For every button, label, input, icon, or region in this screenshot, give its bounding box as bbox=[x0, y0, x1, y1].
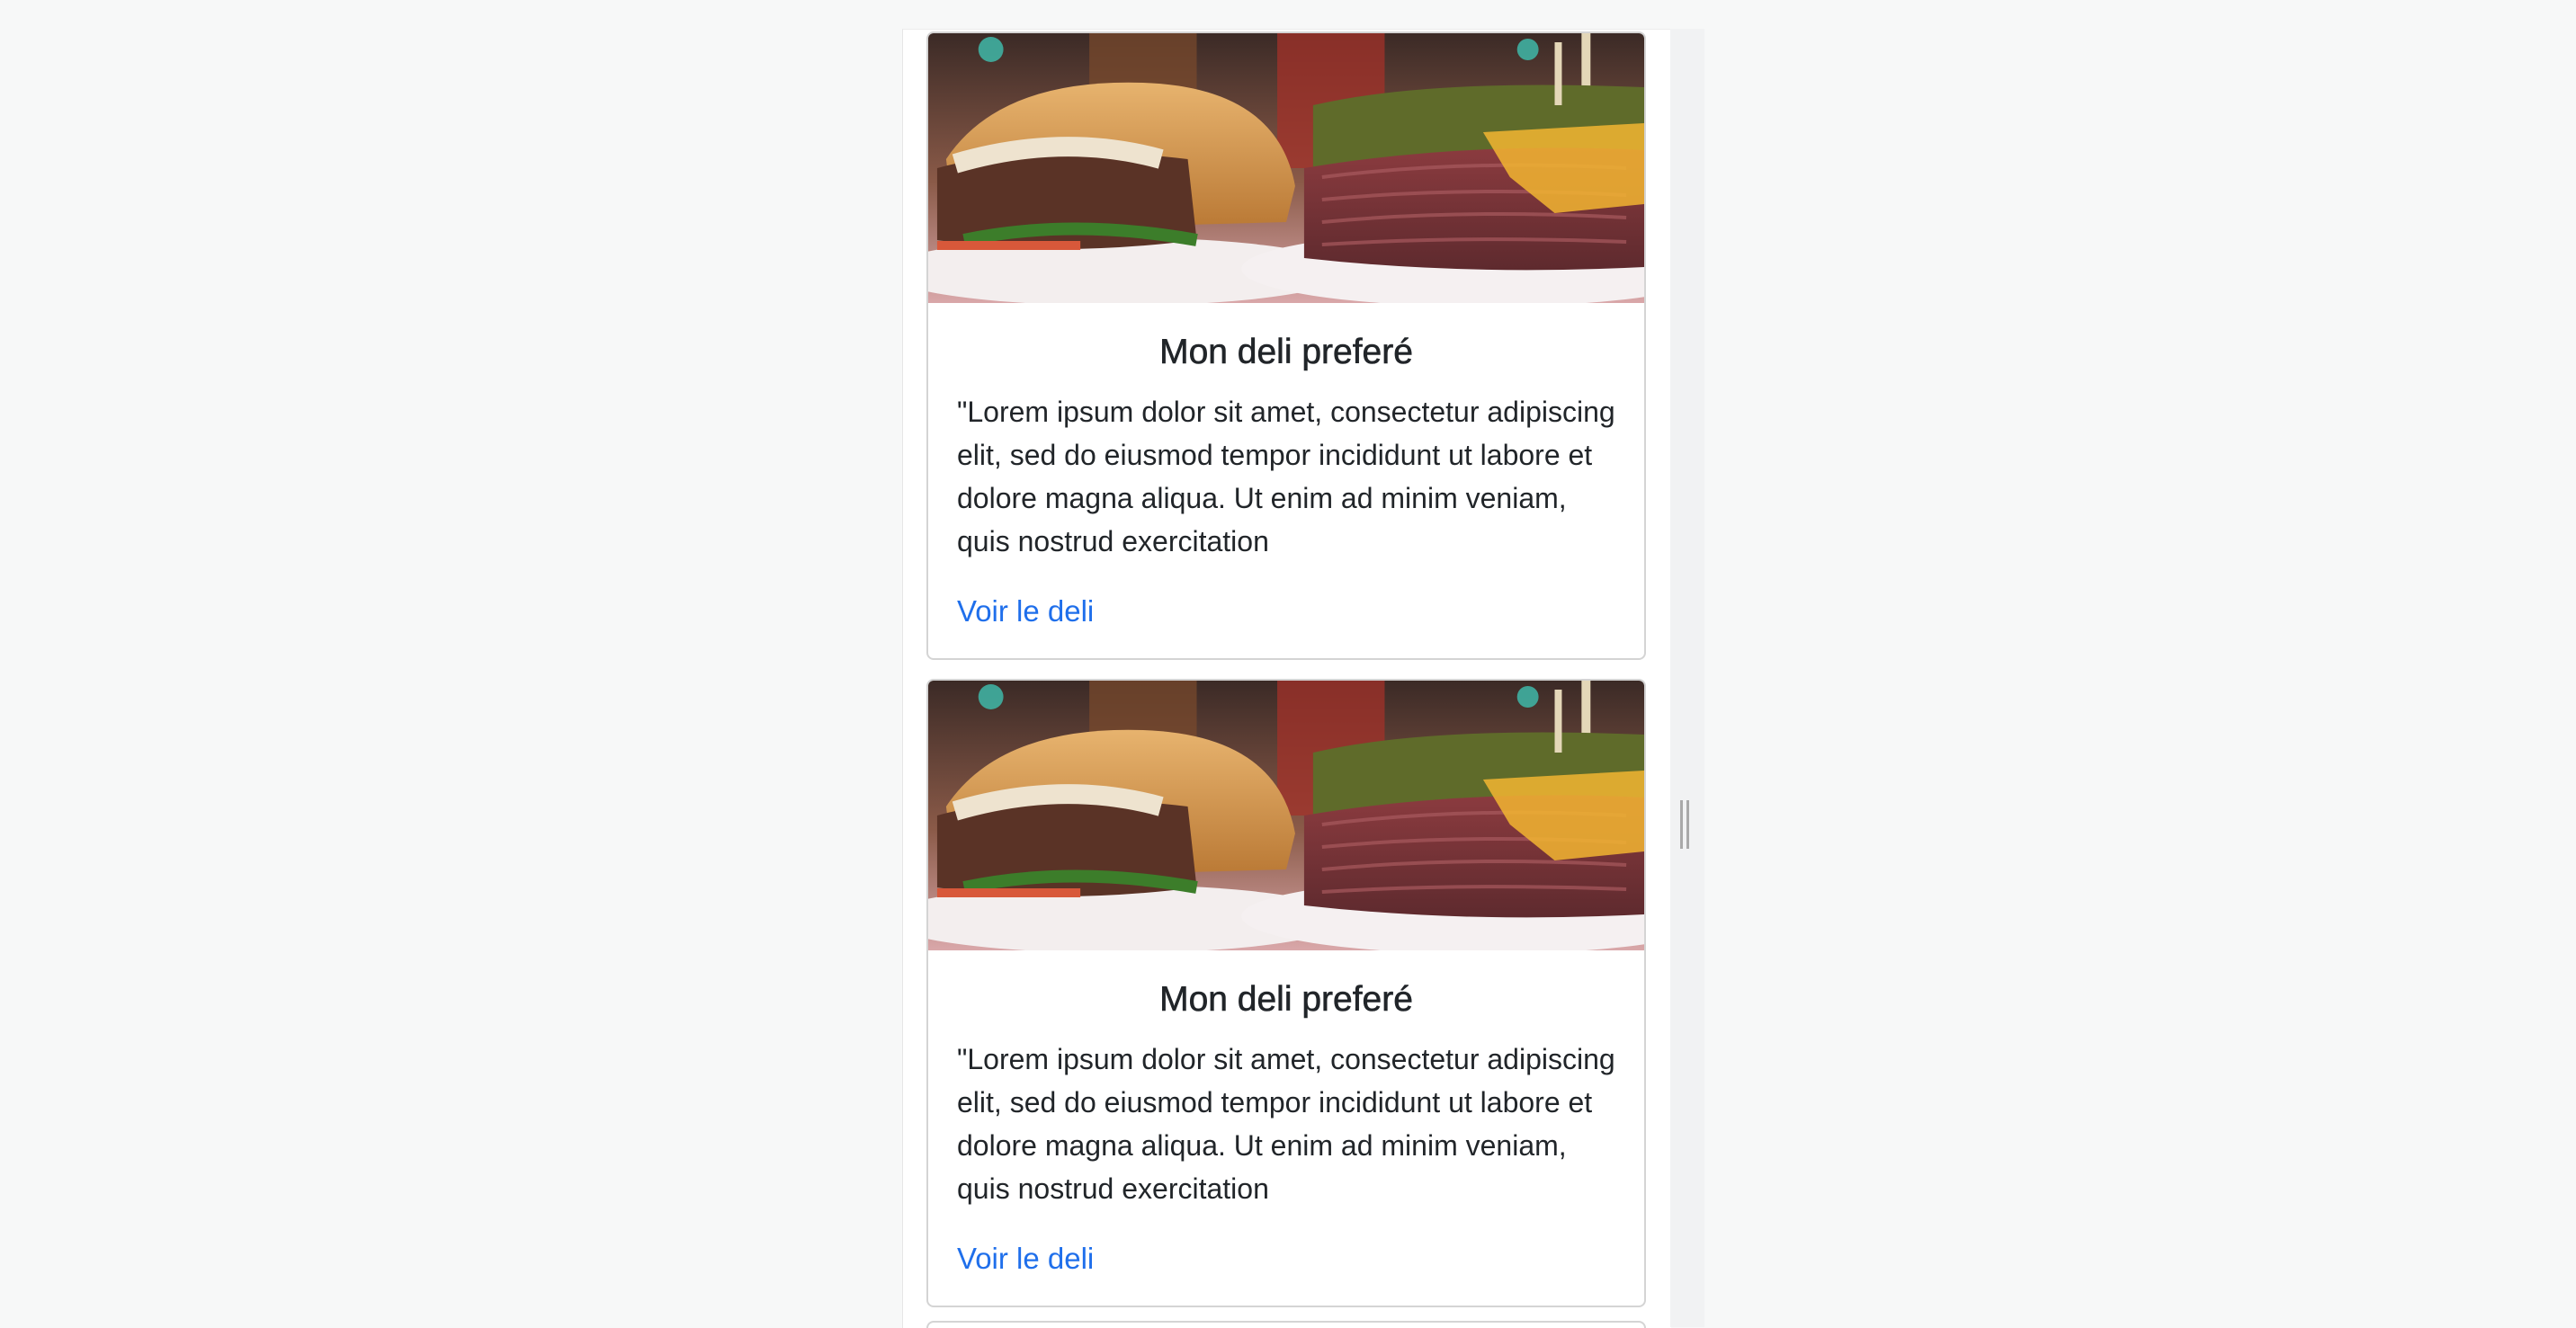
deli-food-image bbox=[928, 681, 1644, 950]
deli-card: Mon deli preferé "Lorem ipsum dolor sit … bbox=[926, 31, 1646, 660]
card-body: Mon deli preferé "Lorem ipsum dolor sit … bbox=[928, 332, 1644, 658]
viewport-resize-handle[interactable] bbox=[1680, 800, 1689, 849]
card-description: "Lorem ipsum dolor sit amet, consectetur… bbox=[957, 395, 1615, 557]
card-title: Mon deli preferé bbox=[1159, 333, 1413, 372]
card-body: Mon deli preferé "Lorem ipsum dolor sit … bbox=[928, 979, 1644, 1306]
card-description: "Lorem ipsum dolor sit amet, consectetur… bbox=[957, 1042, 1615, 1205]
view-deli-link[interactable]: Voir le deli bbox=[957, 594, 1094, 628]
view-deli-link[interactable]: Voir le deli bbox=[957, 1242, 1094, 1275]
deli-food-image bbox=[928, 33, 1644, 303]
viewport-resize-gutter bbox=[1670, 29, 1704, 1327]
card-title: Mon deli preferé bbox=[1159, 980, 1413, 1020]
responsive-preview-viewport: Mon deli preferé "Lorem ipsum dolor sit … bbox=[902, 29, 1671, 1328]
deli-card: Mon deli preferé "Lorem ipsum dolor sit … bbox=[926, 679, 1646, 1307]
